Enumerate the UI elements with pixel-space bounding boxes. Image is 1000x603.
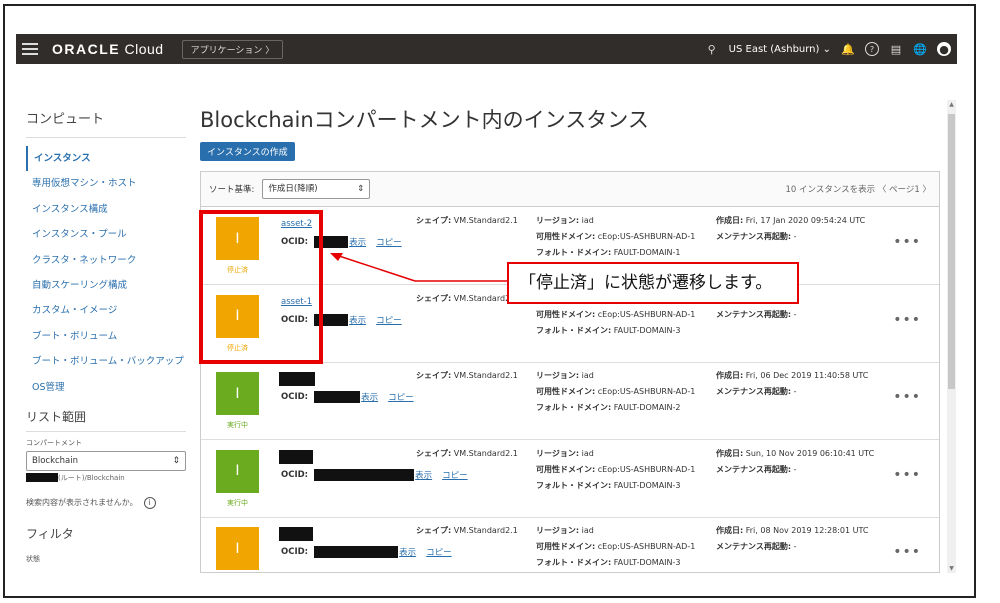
callout-note: 「停止済」に状態が遷移します。 [507,262,799,304]
callout-arrow [330,253,507,282]
